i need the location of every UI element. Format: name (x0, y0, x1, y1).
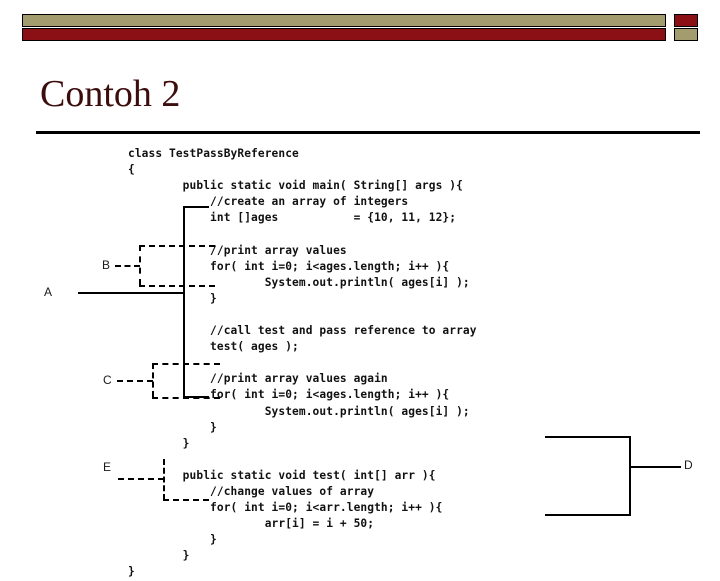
code-line: } (128, 533, 217, 547)
code-line: for( int i=0; i<arr.length; i++ ){ (128, 501, 443, 515)
annotation-label-e: E (103, 460, 112, 474)
code-line: System.out.println( ages[i] ); (128, 404, 470, 418)
code-line: test( ages ); (128, 340, 299, 354)
header-bar-top-row (22, 14, 698, 27)
code-line: for( int i=0; i<ages.length; i++ ){ (128, 259, 450, 273)
code-line: for( int i=0; i<ages.length; i++ ){ (128, 388, 450, 402)
code-line: //call test and pass reference to array (128, 324, 477, 338)
header-bar-bottom-row (22, 28, 698, 41)
code-line: //create an array of integers (128, 195, 409, 209)
bracket-d-stem (629, 466, 681, 468)
header-bar-top-square (674, 14, 698, 27)
header-bar-bottom-main (22, 28, 666, 41)
bracket-d-top-arm (545, 436, 631, 438)
code-line: } (128, 565, 135, 579)
page-title: Contoh 2 (40, 73, 181, 115)
code-line: } (128, 420, 217, 434)
annotation-label-b: B (102, 258, 111, 272)
code-line: public static void main( String[] args )… (128, 179, 463, 193)
code-line: //change values of array (128, 484, 375, 498)
code-line: { (128, 163, 135, 177)
code-line: } (128, 291, 217, 305)
code-line: int []ages = {10, 11, 12}; (128, 211, 457, 225)
code-line: public static void test( int[] arr ){ (128, 468, 436, 482)
code-line: } (128, 436, 190, 450)
annotation-label-c: C (103, 373, 112, 387)
code-line: System.out.println( ages[i] ); (128, 275, 470, 289)
code-line: class TestPassByReference (128, 147, 299, 160)
bracket-d-vertical (629, 436, 631, 516)
bracket-d-bottom-arm (545, 514, 631, 516)
code-line: //print array values again (128, 372, 388, 386)
code-line: //print array values (128, 243, 347, 257)
code-line: } (128, 549, 190, 563)
header-bar-bottom-square (674, 28, 698, 41)
annotation-label-d: D (684, 458, 693, 472)
code-listing: class TestPassByReference { public static… (128, 146, 477, 581)
header-bar-top-main (22, 14, 666, 27)
annotation-label-a: A (44, 285, 53, 299)
header-decoration-bar (22, 14, 698, 42)
code-line: arr[i] = i + 50; (128, 517, 375, 531)
title-underline-rule (36, 131, 700, 134)
